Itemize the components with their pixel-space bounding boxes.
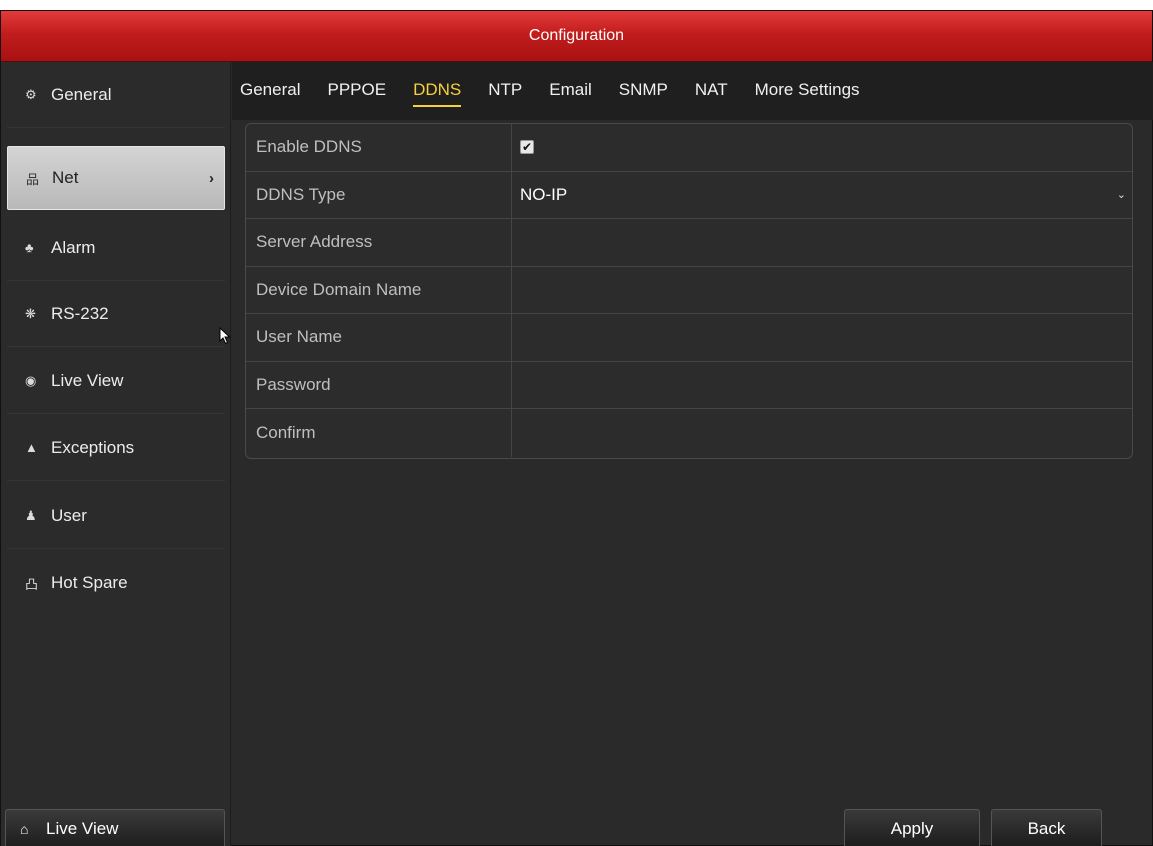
back-button[interactable]: Back [991,809,1102,846]
form-row-server-address: Server Address [246,219,1132,267]
home-icon: ⌂ [20,820,29,837]
mouse-pointer-icon [219,327,231,345]
server-address-label: Server Address [246,219,512,266]
password-input[interactable] [512,362,1132,409]
ddns-type-label: DDNS Type [246,171,512,218]
ddns-type-select[interactable]: NO-IP ⌄ [512,172,1132,219]
sidebar-item-rs232[interactable]: ❋ RS-232 [7,281,225,347]
sidebar-item-label: Live View [51,370,124,390]
form-row-device-domain-name: Device Domain Name [246,266,1132,314]
window-title: Configuration [1,11,1152,62]
serial-port-icon: ❋ [25,305,36,321]
sidebar-item-user[interactable]: ♟ User [7,483,225,549]
form-row-confirm: Confirm [246,409,1132,457]
confirm-label: Confirm [246,409,512,457]
live-view-button[interactable]: ⌂ Live View [5,809,225,846]
ddns-settings-form: Enable DDNS ✔ DDNS Type NO-IP ⌄ Server A… [245,123,1133,459]
tab-nat[interactable]: NAT [695,80,728,102]
password-label: Password [246,361,512,408]
chevron-right-icon: › [209,169,214,187]
sidebar-item-label: RS-232 [51,303,109,323]
device-domain-name-input[interactable] [512,267,1132,314]
sidebar-item-label: Exceptions [51,437,135,457]
chevron-down-icon: ⌄ [1116,189,1126,202]
tab-snmp[interactable]: SNMP [619,80,668,102]
server-address-input[interactable] [512,219,1132,266]
warning-icon: ▲ [25,440,38,455]
sidebar-item-exceptions[interactable]: ▲ Exceptions [7,415,225,481]
configuration-window: Configuration ⚙ General 品 Net › ♣ Alarm … [0,10,1153,846]
form-row-ddns-type: DDNS Type NO-IP ⌄ [246,171,1132,219]
enable-ddns-label: Enable DDNS [246,124,512,171]
user-name-label: User Name [246,314,512,361]
alarm-bell-icon: ♣ [25,240,34,255]
sidebar-item-live-view[interactable]: ◉ Live View [7,348,225,414]
tab-ddns[interactable]: DDNS [413,80,462,107]
apply-button[interactable]: Apply [844,809,980,846]
tab-bar: General PPPOE DDNS NTP Email SNMP NAT Mo… [232,62,1153,120]
tab-general[interactable]: General [240,80,300,102]
sidebar-item-label: General [51,84,112,104]
sidebar-item-label: Net [52,168,79,187]
tab-email[interactable]: Email [549,80,592,102]
tab-pppoe[interactable]: PPPOE [327,80,386,102]
users-icon: ♟ [25,507,37,523]
sidebar-item-alarm[interactable]: ♣ Alarm [7,215,225,281]
device-domain-name-label: Device Domain Name [246,266,512,313]
sidebar-item-label: User [51,505,87,525]
enable-ddns-checkbox[interactable]: ✔ [520,140,534,155]
tab-ntp[interactable]: NTP [488,80,522,102]
eye-icon: ◉ [25,372,37,388]
ddns-type-value: NO-IP [520,184,568,204]
live-view-button-label: Live View [46,818,119,838]
form-row-user-name: User Name [246,314,1132,362]
tab-more-settings[interactable]: More Settings [755,80,860,102]
gear-icon: ⚙ [25,86,37,102]
user-name-input[interactable] [512,314,1132,361]
sidebar: ⚙ General 品 Net › ♣ Alarm ❋ RS-232 ◉ Liv… [1,62,231,846]
network-icon: 品 [26,171,40,187]
form-row-enable-ddns: Enable DDNS ✔ [246,124,1132,172]
sidebar-item-label: Hot Spare [51,573,128,592]
sidebar-item-net[interactable]: 品 Net › [7,146,225,210]
sidebar-item-hot-spare[interactable]: 凸 Hot Spare [7,550,225,616]
sidebar-item-label: Alarm [51,237,96,257]
form-row-password: Password [246,361,1132,409]
sidebar-item-general[interactable]: ⚙ General [7,62,225,128]
hot-spare-icon: 凸 [25,576,39,592]
confirm-password-input[interactable] [512,409,1132,457]
